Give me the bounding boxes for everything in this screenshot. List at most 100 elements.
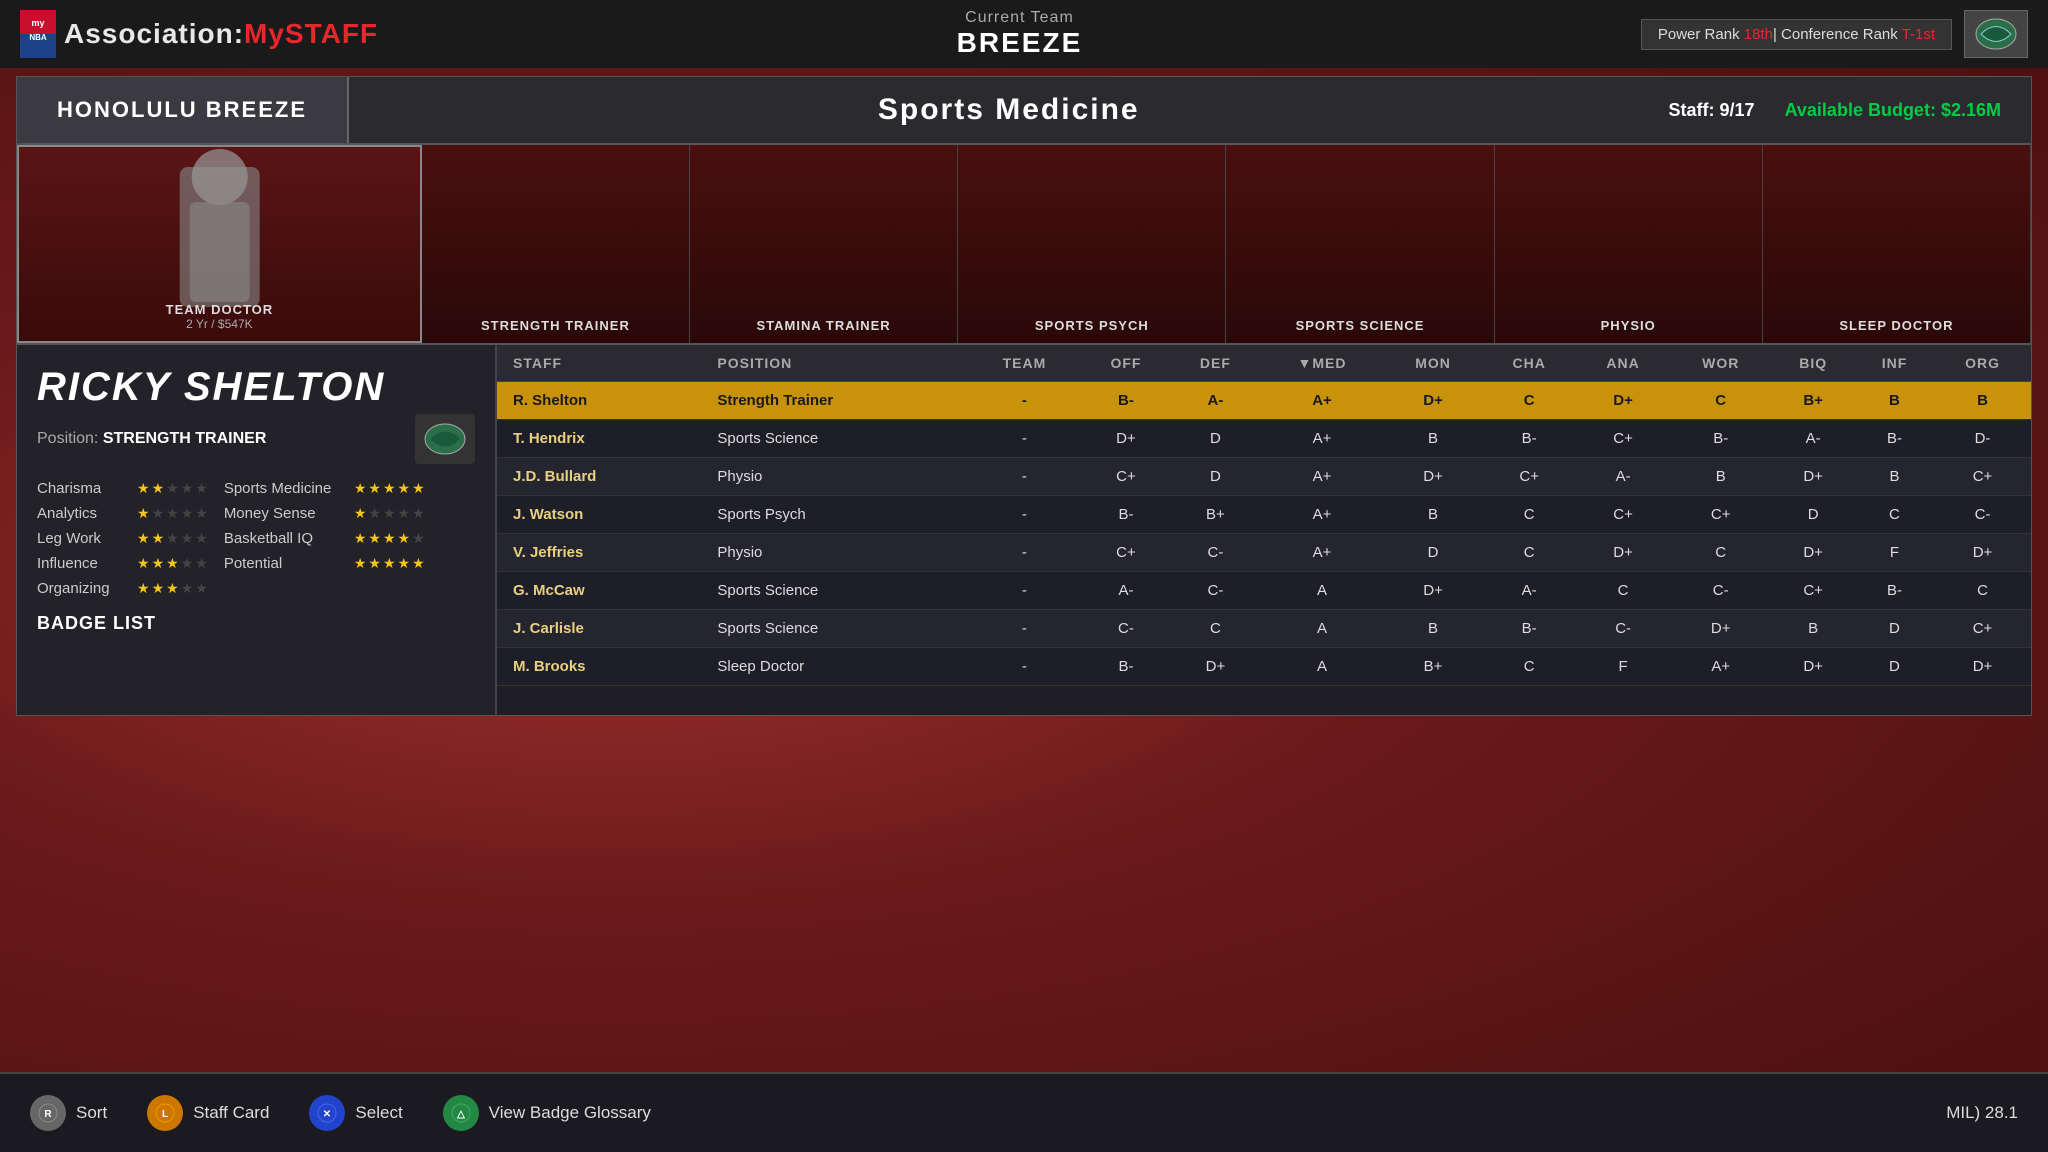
stars-potential: ★★★★★ (354, 555, 425, 572)
cell-grade: B (1934, 382, 2031, 420)
cell-grade: D+ (1081, 420, 1170, 458)
cell-grade: C+ (1576, 420, 1670, 458)
cell-name: G. McCaw (497, 572, 701, 610)
cell-grade: D+ (1576, 382, 1670, 420)
table-row[interactable]: V. Jeffries Physio - C+C-A+DCD+CD+FD+ (497, 534, 2031, 572)
cell-grade: A (1260, 648, 1384, 686)
nav-center: Current Team BREEZE (398, 9, 1641, 59)
stat-name-charisma: Charisma (37, 480, 137, 497)
col-header-def[interactable]: DEF (1171, 345, 1260, 382)
cell-grade: A+ (1260, 382, 1384, 420)
staff-count: 9/17 (1720, 100, 1755, 120)
cell-position: Sports Psych (701, 496, 967, 534)
cell-name: J. Carlisle (497, 610, 701, 648)
staff-card-role-0: TEAM DOCTOR (166, 302, 274, 317)
cell-position: Sleep Doctor (701, 648, 967, 686)
cell-position: Sports Science (701, 610, 967, 648)
staff-card-stamina-trainer[interactable]: STAMINA TRAINER (690, 145, 958, 343)
sort-action[interactable]: R Sort (30, 1095, 107, 1131)
table-row[interactable]: M. Brooks Sleep Doctor - B-D+AB+CFA+D+DD… (497, 648, 2031, 686)
staff-table: STAFF POSITION TEAM OFF DEF ▼MED MON CHA… (497, 345, 2031, 686)
staff-card-team-doctor[interactable]: TEAM DOCTOR 2 Yr / $547K (17, 145, 422, 343)
col-header-biq[interactable]: BIQ (1771, 345, 1855, 382)
staff-card-strength-trainer[interactable]: STRENGTH TRAINER (422, 145, 690, 343)
select-btn-icon: ✕ (309, 1095, 345, 1131)
table-row[interactable]: G. McCaw Sports Science - A-C-AD+A-CC-C+… (497, 572, 2031, 610)
cell-grade: C- (1081, 610, 1170, 648)
stars-charisma: ★★★★★ (137, 480, 208, 497)
staff-card-role-4: SPORTS SCIENCE (1296, 318, 1425, 333)
cell-grade: C (1670, 534, 1771, 572)
stars-influence: ★★★★★ (137, 555, 208, 572)
col-header-mon[interactable]: MON (1384, 345, 1482, 382)
col-header-cha[interactable]: CHA (1482, 345, 1576, 382)
cell-grade: A- (1171, 382, 1260, 420)
cell-grade: D+ (1934, 534, 2031, 572)
staff-card-sleep-doctor[interactable]: SLEEP DOCTOR (1763, 145, 2031, 343)
cell-grade: C+ (1771, 572, 1855, 610)
staff-card-physio[interactable]: PHYSIO (1495, 145, 1763, 343)
select-action[interactable]: ✕ Select (309, 1095, 402, 1131)
staff-table-panel[interactable]: STAFF POSITION TEAM OFF DEF ▼MED MON CHA… (497, 345, 2031, 715)
cell-grade: C (1482, 648, 1576, 686)
cell-grade: C+ (1482, 458, 1576, 496)
staff-card-sports-psych[interactable]: SPORTS PSYCH (958, 145, 1226, 343)
stars-analytics: ★★★★★ (137, 505, 208, 522)
current-team-name: BREEZE (957, 27, 1083, 59)
cell-grade: D (1171, 458, 1260, 496)
cell-grade: C (1670, 382, 1771, 420)
staff-cards-row: TEAM DOCTOR 2 Yr / $547K STRENGTH TRAINE… (17, 145, 2031, 345)
stat-category-potential: Potential (224, 555, 354, 572)
col-header-inf[interactable]: INF (1855, 345, 1934, 382)
view-badge-action[interactable]: △ View Badge Glossary (443, 1095, 651, 1131)
cell-grade: A- (1771, 420, 1855, 458)
cell-grade: D- (1934, 420, 2031, 458)
cell-grade: B- (1670, 420, 1771, 458)
cell-team: - (968, 420, 1082, 458)
stat-row-legwork: Leg Work ★★★★★ Basketball IQ ★★★★★ (37, 530, 475, 547)
col-header-team[interactable]: TEAM (968, 345, 1082, 382)
col-header-org[interactable]: ORG (1934, 345, 2031, 382)
col-header-staff[interactable]: STAFF (497, 345, 701, 382)
cell-grade: B (1855, 382, 1934, 420)
cell-name: J. Watson (497, 496, 701, 534)
cell-grade: B+ (1384, 648, 1482, 686)
player-position-row: Position: STRENGTH TRAINER (37, 414, 475, 464)
stars-legwork: ★★★★★ (137, 530, 208, 547)
table-row[interactable]: J.D. Bullard Physio - C+DA+D+C+A-BD+BC+ (497, 458, 2031, 496)
staff-info: Staff: 9/17 (1669, 100, 1785, 121)
cell-grade: B (1670, 458, 1771, 496)
cell-grade: C (1482, 382, 1576, 420)
col-header-ana[interactable]: ANA (1576, 345, 1670, 382)
col-header-wor[interactable]: WOR (1670, 345, 1771, 382)
cell-team: - (968, 382, 1082, 420)
cell-grade: D+ (1670, 610, 1771, 648)
stats-table: Charisma ★★★★★ Sports Medicine ★★★★★ Ana… (37, 480, 475, 597)
stat-name-analytics: Analytics (37, 505, 137, 522)
staff-card-action[interactable]: L Staff Card (147, 1095, 269, 1131)
main-content: HONOLULU BREEZE Sports Medicine Staff: 9… (16, 76, 2032, 716)
staff-card-role-6: SLEEP DOCTOR (1839, 318, 1953, 333)
nba-logo-icon: my NBA (20, 10, 56, 58)
cell-grade: C- (1171, 572, 1260, 610)
badge-list-title: BADGE LIST (37, 613, 475, 634)
staff-card-sports-science[interactable]: SPORTS SCIENCE (1226, 145, 1494, 343)
cell-grade: A- (1081, 572, 1170, 610)
sort-label: Sort (76, 1103, 107, 1123)
table-row[interactable]: R. Shelton Strength Trainer - B-A-A+D+CD… (497, 382, 2031, 420)
stat-row-charisma: Charisma ★★★★★ Sports Medicine ★★★★★ (37, 480, 475, 497)
cell-grade: C (1171, 610, 1260, 648)
cell-grade: D (1384, 534, 1482, 572)
cell-grade: B (1855, 458, 1934, 496)
col-header-off[interactable]: OFF (1081, 345, 1170, 382)
table-row[interactable]: J. Carlisle Sports Science - C-CABB-C-D+… (497, 610, 2031, 648)
power-rank-box: Power Rank 18th| Conference Rank T-1st (1641, 19, 1952, 50)
table-row[interactable]: T. Hendrix Sports Science - D+DA+BB-C+B-… (497, 420, 2031, 458)
col-header-position[interactable]: POSITION (701, 345, 967, 382)
col-header-med[interactable]: ▼MED (1260, 345, 1384, 382)
cell-grade: D (1855, 610, 1934, 648)
cell-grade: D+ (1384, 458, 1482, 496)
cell-grade: C+ (1934, 610, 2031, 648)
svg-text:✕: ✕ (323, 1109, 331, 1120)
table-row[interactable]: J. Watson Sports Psych - B-B+A+BCC+C+DCC… (497, 496, 2031, 534)
